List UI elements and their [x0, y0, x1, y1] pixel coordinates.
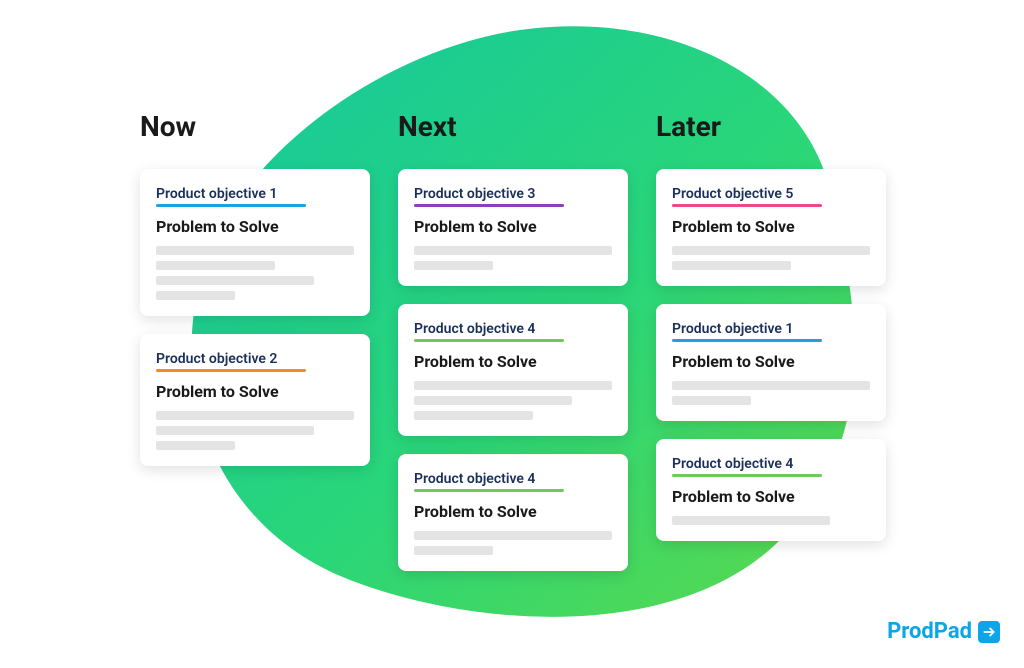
- placeholder-line: [156, 261, 275, 270]
- placeholder-line: [156, 246, 354, 255]
- roadmap-card[interactable]: Product objective 2 Problem to Solve: [140, 334, 370, 466]
- objective-underline: [672, 474, 822, 477]
- placeholder-line: [156, 291, 235, 300]
- objective-underline: [414, 339, 564, 342]
- card-title: Problem to Solve: [156, 217, 354, 236]
- card-title: Problem to Solve: [672, 487, 870, 506]
- objective-label: Product objective 4: [672, 456, 793, 472]
- roadmap-card[interactable]: Product objective 1 Problem to Solve: [656, 304, 886, 421]
- card-title: Problem to Solve: [672, 217, 870, 236]
- placeholder-line: [156, 276, 314, 285]
- card-title: Problem to Solve: [672, 352, 870, 371]
- objective-underline: [156, 369, 306, 372]
- roadmap-columns: NowProduct objective 1Problem to SolvePr…: [140, 110, 886, 571]
- placeholder-line: [672, 516, 830, 525]
- brand-icon: [978, 621, 1000, 643]
- objective-label: Product objective 2: [156, 351, 277, 367]
- objective-label: Product objective 4: [414, 321, 535, 337]
- brand-badge: ProdPad: [887, 619, 1000, 644]
- card-title: Problem to Solve: [414, 352, 612, 371]
- placeholder-line: [672, 261, 791, 270]
- objective-underline: [156, 204, 306, 207]
- roadmap-card[interactable]: Product objective 1 Problem to Solve: [140, 169, 370, 316]
- placeholder-line: [414, 396, 572, 405]
- placeholder-line: [414, 531, 612, 540]
- placeholder-line: [414, 246, 612, 255]
- placeholder-line: [672, 381, 870, 390]
- roadmap-card[interactable]: Product objective 4 Problem to Solve: [398, 454, 628, 571]
- brand-name: ProdPad: [887, 619, 972, 644]
- column-now: NowProduct objective 1Problem to SolvePr…: [140, 110, 370, 571]
- roadmap-card[interactable]: Product objective 4 Problem to Solve: [656, 439, 886, 541]
- card-title: Problem to Solve: [414, 217, 612, 236]
- placeholder-line: [414, 411, 533, 420]
- column-header: Now: [140, 110, 370, 143]
- placeholder-line: [414, 381, 612, 390]
- objective-underline: [672, 339, 822, 342]
- placeholder-line: [672, 396, 751, 405]
- objective-underline: [672, 204, 822, 207]
- placeholder-line: [414, 546, 493, 555]
- column-header: Later: [656, 110, 886, 143]
- objective-underline: [414, 204, 564, 207]
- roadmap-card[interactable]: Product objective 3 Problem to Solve: [398, 169, 628, 286]
- objective-underline: [414, 489, 564, 492]
- column-next: NextProduct objective 3Problem to SolveP…: [398, 110, 628, 571]
- objective-label: Product objective 3: [414, 186, 535, 202]
- card-title: Problem to Solve: [414, 502, 612, 521]
- placeholder-line: [156, 426, 314, 435]
- placeholder-line: [156, 411, 354, 420]
- objective-label: Product objective 4: [414, 471, 535, 487]
- objective-label: Product objective 5: [672, 186, 793, 202]
- objective-label: Product objective 1: [156, 186, 277, 202]
- column-later: Later Product objective 5 Problem to Solve…: [656, 110, 886, 571]
- card-title: Problem to Solve: [156, 382, 354, 401]
- objective-label: Product objective 1: [672, 321, 793, 337]
- placeholder-line: [672, 246, 870, 255]
- placeholder-line: [156, 441, 235, 450]
- placeholder-line: [414, 261, 493, 270]
- column-header: Next: [398, 110, 628, 143]
- roadmap-card[interactable]: Product objective 5 Problem to Solve: [656, 169, 886, 286]
- roadmap-card[interactable]: Product objective 4 Problem to Solve: [398, 304, 628, 436]
